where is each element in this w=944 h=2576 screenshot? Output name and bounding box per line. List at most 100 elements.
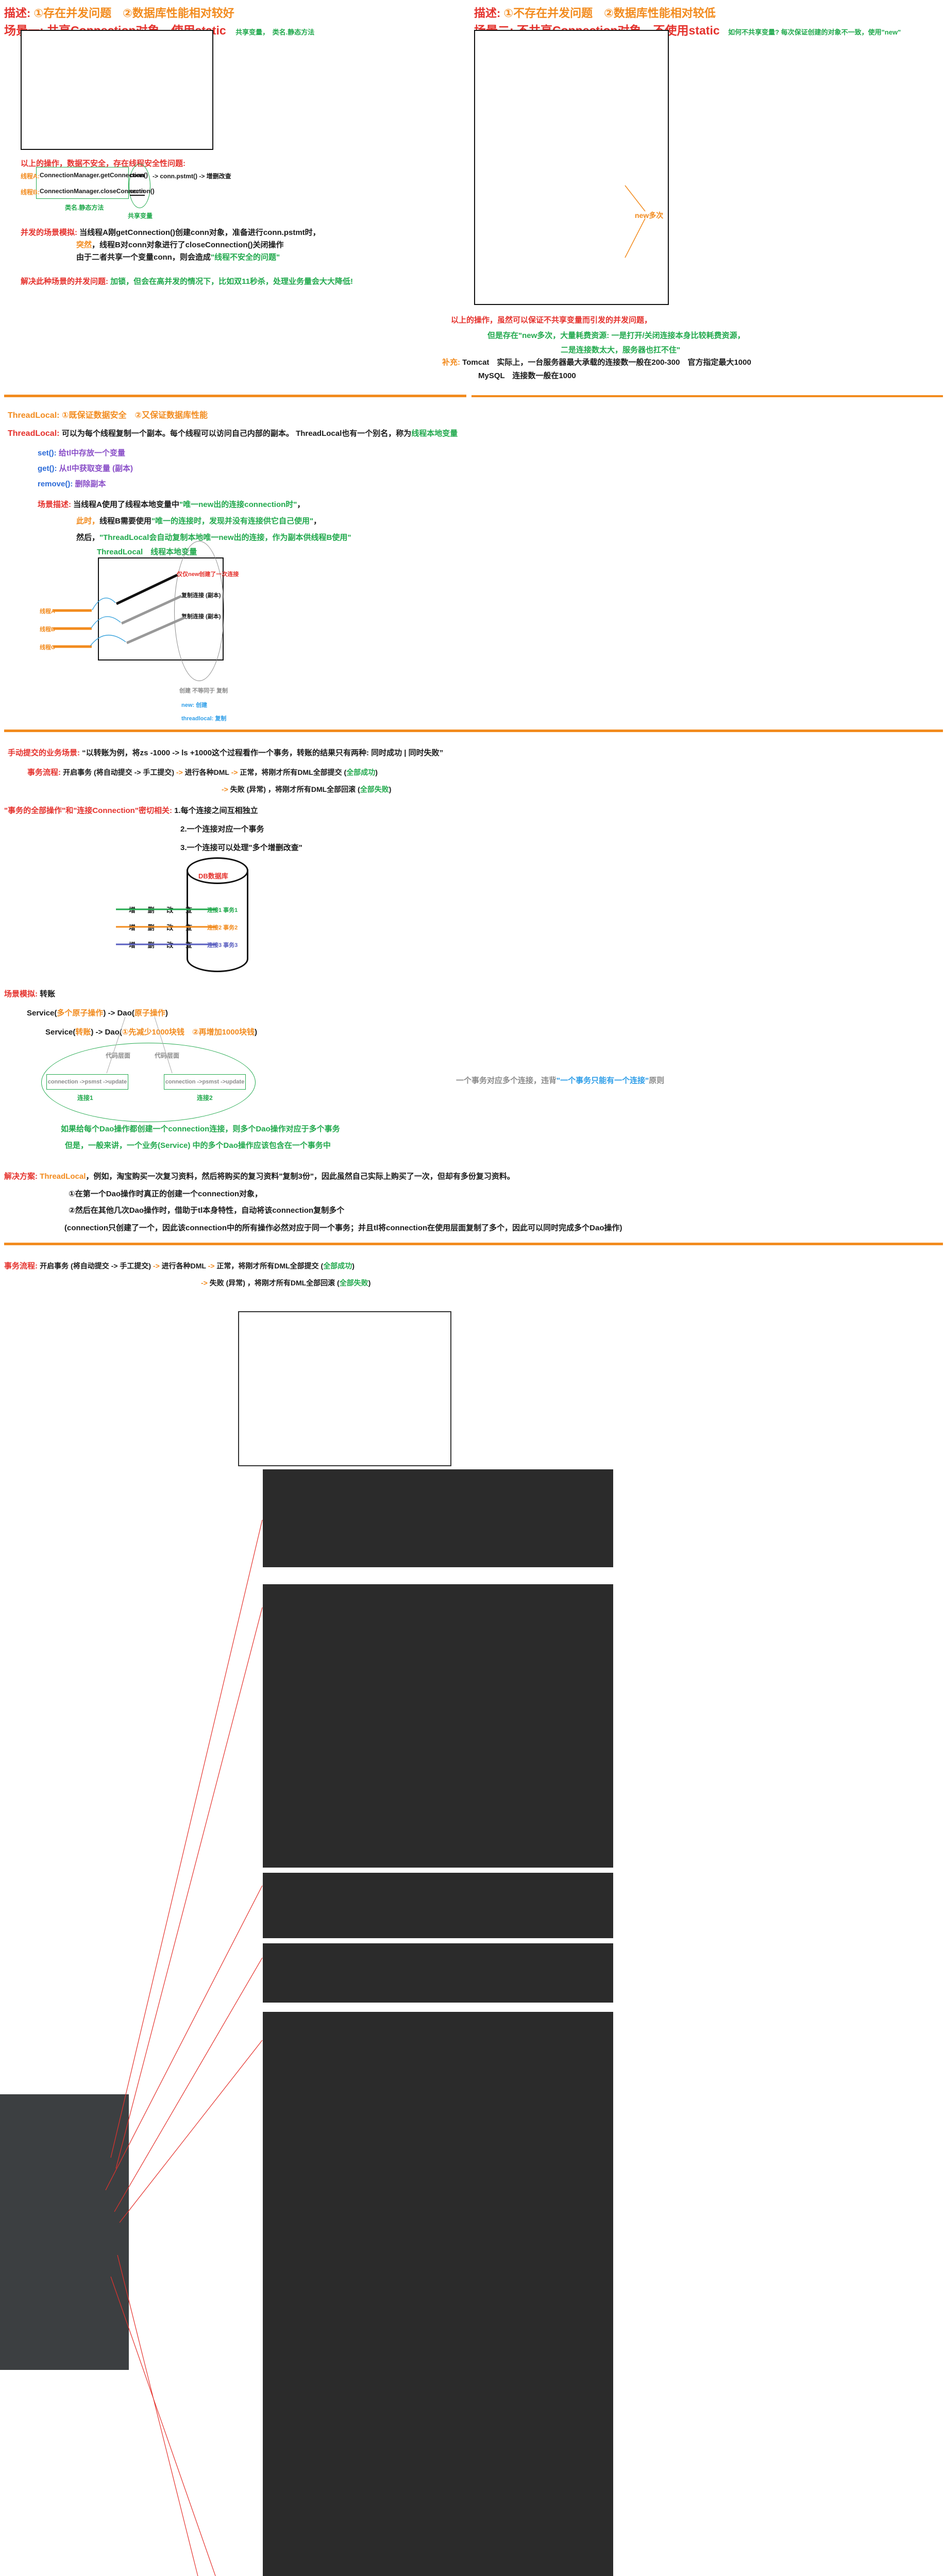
- relation-item-2: 2.一个连接对应一个事务: [180, 823, 264, 834]
- code-account-entity: [263, 1873, 613, 1938]
- flow-line-1: 事务流程: 开启事务 (将自动提交 -> 手工提交) -> 进行各种DML ->…: [27, 767, 378, 777]
- tl-heading-2-label: ThreadLocal:: [8, 429, 62, 438]
- scene2-conc-2: 但是，一般来讲，一个业务(Service) 中的多个Dao操作应该包含在一个事务…: [65, 1140, 331, 1150]
- flow2-line-1b: -> 失败 (异常) ，将刚才所有DML全部回滚 (全部失败): [201, 1278, 370, 1288]
- tl-diagram-title: ThreadLocal 线程本地变量: [97, 546, 197, 557]
- scene2-value: 转账: [40, 990, 55, 998]
- desc-left-text: ①存在并发问题 ②数据库性能相对较好: [33, 7, 234, 20]
- thread-b-conn: conn: [130, 188, 145, 196]
- connector-accountdaoimpl: [116, 1607, 262, 2168]
- supplement-label: 补充:: [442, 358, 462, 367]
- flow-f4-end: ): [389, 785, 392, 793]
- tl-scene-2c: "唯一的连接时，发现并没有连接供它自己使用": [151, 517, 313, 526]
- db-row-ops-3: 增 删 改 查: [129, 940, 197, 950]
- tl-get-text: 从tl中获取变量 (副本): [59, 464, 133, 473]
- svc1-b: 多个原子操作: [57, 1009, 103, 1018]
- tl-heading-1: ThreadLocal: ①既保证数据安全 ②又保证数据库性能: [8, 408, 208, 420]
- sim-hl-3: "线程不安全的问题": [211, 253, 280, 262]
- flow2-line-1: 事务流程: 开启事务 (将自动提交 -> 手工提交) -> 进行各种DML ->…: [4, 1260, 355, 1271]
- sim-text-3: 由于二者共享一个变量conn，则会造成: [76, 253, 211, 262]
- thread-b-label: 线程B:: [21, 188, 40, 196]
- flow-f1: 开启事务 (将自动提交 -> 手工提交): [63, 768, 176, 776]
- flow2-arrow-2: ->: [208, 1262, 217, 1270]
- relation-line-1: "事务的全部操作"和"连接Connection"密切相关: 1.每个连接之间互相…: [4, 805, 258, 816]
- svc1-e: ): [165, 1009, 168, 1018]
- relation-item-3: 3.一个连接可以处理"多个增删改查": [180, 842, 302, 853]
- code-account-dao: [263, 1469, 613, 1567]
- scene2-box-1: connection ->psmst ->update: [46, 1074, 128, 1090]
- scene2-conc-1: 如果给每个Dao操作都创建一个connection连接，则多个Dao操作对应于多…: [61, 1123, 340, 1134]
- tl-get: get(): 从tl中获取变量 (副本): [38, 463, 133, 473]
- scene2-aside: 一个事务对应多个连接，违背"一个事务只能有一个连接"原则: [456, 1075, 664, 1086]
- flow2-f3: 正常，将刚才所有DML全部提交 (: [216, 1262, 323, 1270]
- flow-arrow-3: ->: [222, 785, 230, 793]
- concl-red: 以上的操作，虽然可以保证不共享变量而引发的并发问题，: [451, 314, 652, 325]
- solution-s3: (connection只创建了一个，因此该connection中的所有操作必然对…: [64, 1222, 622, 1233]
- flow-f3-hl: 全部成功: [346, 768, 375, 776]
- connector-accountdao: [111, 1520, 262, 2158]
- sim-label: 并发的场景模拟:: [21, 228, 79, 237]
- svc-line-1: Service(多个原子操作) -> Dao(原子操作): [27, 1007, 168, 1018]
- tl-set-text: 给tl中存放一个变量: [59, 449, 125, 457]
- db-row-label-2: 连接2 事务2: [207, 923, 238, 931]
- svc1-d: 原子操作: [134, 1009, 165, 1018]
- tl-scene-3: 然后，"ThreadLocal会自动复制本地唯一new出的连接，作为副本供线程B…: [76, 532, 351, 543]
- aside-b: "一个事务只能有一个连接": [557, 1076, 649, 1085]
- solution-s2: ②然后在其他几次Dao操作时，借助于tl本身特性，自动将该connection复…: [69, 1205, 344, 1215]
- supplement-1: 补充: Tomcat 实际上，一台服务器最大承载的连接数一般在200-300 官…: [442, 357, 751, 367]
- tl-set: set(): 给tl中存放一个变量: [38, 447, 125, 458]
- svc1-a: Service(: [27, 1009, 57, 1018]
- svc2-e: ): [255, 1028, 257, 1037]
- db-row-label-3: 连接3 事务3: [207, 941, 238, 949]
- thread-a-rest: -> conn.pstmt() -> 增删改查: [153, 172, 231, 180]
- solution-text: ，例如，淘宝购买一次复习资料，然后将购买的复习资料"复制3份"，因此虽然自己实际…: [86, 1172, 515, 1181]
- svc2-b: 转账: [75, 1028, 91, 1037]
- flow2-f4: 失败 (异常) ，将刚才所有DML全部回滚 (: [210, 1279, 340, 1287]
- tl-cap-1: 创建 不等同于 复制: [179, 686, 228, 694]
- aside-a: 一个事务对应多个连接，违背: [456, 1076, 557, 1085]
- tl-scene-1c: ，: [297, 500, 305, 509]
- page: 描述: ①存在并发问题 ②数据库性能相对较好 场景一: 共享Connection…: [0, 0, 944, 2576]
- aside-c: 原则: [649, 1076, 664, 1085]
- scene2-label: 场景模拟:: [4, 990, 40, 998]
- flow2-label: 事务流程:: [4, 1262, 40, 1270]
- code-box-new-connectionmanager: [474, 30, 669, 305]
- tl-cap-2: new: 创建: [181, 701, 207, 709]
- tl-cap-3: threadlocal: 复制: [181, 714, 226, 722]
- tl-copy-2: 复制连接 (副本): [181, 612, 221, 620]
- solve-label: 解决此种场景的并发问题:: [21, 277, 110, 286]
- flow-f4: 失败 (异常) ，将刚才所有DML全部回滚 (: [230, 785, 360, 793]
- caption-shared-var: 共享变量: [128, 211, 153, 220]
- solution-line: 解决方案: ThreadLocal，例如，淘宝购买一次复习资料，然后将购买的复习…: [4, 1171, 515, 1181]
- flow2-f3-end: ): [352, 1262, 355, 1270]
- db-title: DB数据库: [198, 871, 228, 880]
- sim-hl-2: 突然: [76, 241, 92, 249]
- db-row-ops-1: 增 删 改 查: [129, 905, 197, 914]
- db-row-label-1: 连接1 事务1: [207, 906, 238, 914]
- code-account-service: [263, 1943, 613, 2003]
- divider-3: [4, 1243, 943, 1245]
- db-cylinder-body: [187, 870, 248, 972]
- tl-set-label: set():: [38, 449, 59, 457]
- code-box-static-connectionmanager: [21, 30, 213, 150]
- desc-left: 描述: ①存在并发问题 ②数据库性能相对较好: [4, 4, 234, 21]
- flow-f4-hl: 全部失败: [360, 785, 389, 793]
- manual-line: 手动提交的业务场景: “以转账为例，将zs -1000 -> ls +1000这…: [8, 747, 443, 758]
- flow-arrow-2: ->: [231, 768, 240, 776]
- tl-scene-3b: "ThreadLocal会自动复制本地唯一new出的连接，作为副本供线程B使用": [99, 533, 351, 542]
- new-note: new多次: [635, 210, 663, 221]
- sim-line-2: 突然，线程B对conn对象进行了closeConnection()关闭操作: [76, 239, 284, 250]
- tl-heading-2-tail: 线程本地变量: [411, 429, 458, 438]
- tl-scene-1b: "唯一new出的连接connection时": [179, 500, 297, 509]
- sql-console: [238, 1311, 451, 1466]
- desc-left-label: 描述:: [4, 7, 33, 20]
- concl-green-2: 二是连接数太大，服务器也扛不住": [561, 344, 680, 355]
- connector-accountserviceimpl: [120, 2040, 262, 2223]
- svc2-d: ①先减少1000块钱 ②再增加1000块钱: [122, 1028, 255, 1037]
- flow2-f4-hl: 全部失败: [340, 1279, 368, 1287]
- sim-line-1: 并发的场景模拟: 当线程A刚getConnection()创建conn对象，准备…: [21, 227, 321, 238]
- tl-diagram-ellipse: [174, 541, 224, 681]
- tl-scene-2: 此时，线程B需要使用"唯一的连接时，发现并没有连接供它自己使用"，: [76, 515, 321, 526]
- caption-static-method: 类名.静态方法: [65, 203, 104, 212]
- solution-s1: ①在第一个Dao操作时真正的创建一个connection对象，: [69, 1188, 262, 1199]
